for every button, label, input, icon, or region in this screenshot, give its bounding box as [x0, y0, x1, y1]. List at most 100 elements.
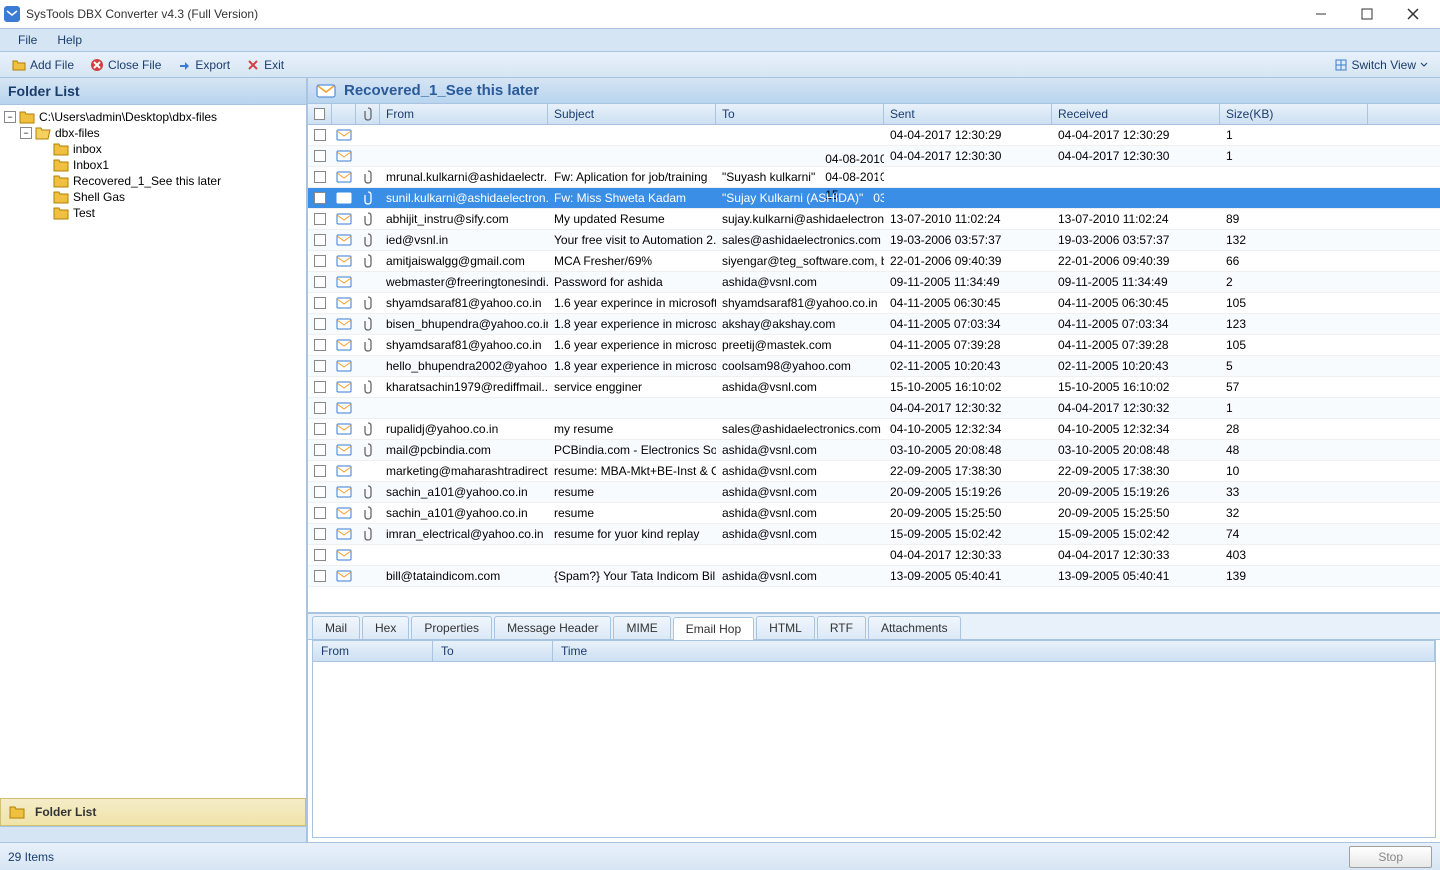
- row-checkbox[interactable]: [314, 192, 326, 204]
- table-row[interactable]: imran_electrical@yahoo.co.inresume for y…: [308, 524, 1440, 545]
- tree-toggle-icon[interactable]: −: [20, 127, 32, 139]
- minimize-button[interactable]: [1298, 0, 1344, 28]
- tree-node-dbx[interactable]: − dbx-files: [2, 125, 304, 141]
- table-row[interactable]: ied@vsnl.inYour free visit to Automation…: [308, 230, 1440, 251]
- tree-toggle-icon[interactable]: −: [4, 111, 16, 123]
- row-checkbox[interactable]: [314, 171, 326, 183]
- row-checkbox[interactable]: [314, 297, 326, 309]
- stop-button[interactable]: Stop: [1349, 846, 1432, 868]
- row-checkbox[interactable]: [314, 549, 326, 561]
- preview-col-from[interactable]: From: [313, 641, 433, 661]
- column-sent[interactable]: Sent: [884, 104, 1052, 124]
- row-checkbox[interactable]: [314, 507, 326, 519]
- column-from[interactable]: From: [380, 104, 548, 124]
- tree-root[interactable]: − C:\Users\admin\Desktop\dbx-files: [2, 109, 304, 125]
- table-row[interactable]: 04-04-2017 12:30:2904-04-2017 12:30:291: [308, 125, 1440, 146]
- sidebar-footer-button[interactable]: Folder List: [0, 798, 306, 826]
- column-to[interactable]: To: [716, 104, 884, 124]
- row-checkbox[interactable]: [314, 423, 326, 435]
- exit-button[interactable]: Exit: [240, 56, 290, 74]
- row-checkbox[interactable]: [314, 465, 326, 477]
- preview-tab[interactable]: Mail: [312, 616, 360, 639]
- menu-file[interactable]: File: [8, 31, 47, 49]
- checkbox-icon[interactable]: [314, 108, 325, 120]
- table-row[interactable]: shyamdsaraf81@yahoo.co.in1.6 year experi…: [308, 293, 1440, 314]
- table-row[interactable]: bill@tataindicom.com{Spam?} Your Tata In…: [308, 566, 1440, 587]
- table-row[interactable]: sunil.kulkarni@ashidaelectron...Fw: Miss…: [308, 188, 1440, 209]
- switch-view-button[interactable]: Switch View: [1328, 56, 1434, 74]
- menu-help[interactable]: Help: [47, 31, 92, 49]
- table-row[interactable]: marketing@maharashtradirect...resume: MB…: [308, 461, 1440, 482]
- row-checkbox[interactable]: [314, 528, 326, 540]
- row-checkbox[interactable]: [314, 381, 326, 393]
- row-checkbox[interactable]: [314, 486, 326, 498]
- mail-icon: [336, 192, 352, 204]
- row-checkbox[interactable]: [314, 402, 326, 414]
- table-row[interactable]: hello_bhupendra2002@yahoo....1.8 year ex…: [308, 356, 1440, 377]
- row-checkbox[interactable]: [314, 255, 326, 267]
- row-checkbox[interactable]: [314, 234, 326, 246]
- preview-tab[interactable]: Email Hop: [673, 617, 754, 640]
- table-row[interactable]: mail@pcbindia.comPCBindia.com - Electron…: [308, 440, 1440, 461]
- tree-node-child[interactable]: Recovered_1_See this later: [2, 173, 304, 189]
- cell-received: 03-08-2010 12:53:57: [867, 189, 884, 207]
- preview-tab[interactable]: Hex: [362, 616, 409, 639]
- table-row[interactable]: webmaster@freeringtonesindi...Password f…: [308, 272, 1440, 293]
- mail-icon: [336, 570, 352, 582]
- table-row[interactable]: abhijit_instru@sify.comMy updated Resume…: [308, 209, 1440, 230]
- preview-tab[interactable]: Attachments: [868, 616, 961, 639]
- export-button[interactable]: Export: [171, 56, 236, 74]
- tree-node-child[interactable]: Inbox1: [2, 157, 304, 173]
- table-row[interactable]: rupalidj@yahoo.co.inmy resumesales@ashid…: [308, 419, 1440, 440]
- table-row[interactable]: 04-04-2017 12:30:3304-04-2017 12:30:3340…: [308, 545, 1440, 566]
- column-subject[interactable]: Subject: [548, 104, 716, 124]
- preview-col-to[interactable]: To: [433, 641, 553, 661]
- row-checkbox[interactable]: [314, 276, 326, 288]
- tree-node-child[interactable]: inbox: [2, 141, 304, 157]
- row-checkbox[interactable]: [314, 150, 326, 162]
- preview-tab[interactable]: Properties: [411, 616, 492, 639]
- row-checkbox[interactable]: [314, 129, 326, 141]
- column-checkbox[interactable]: [308, 104, 332, 124]
- column-attachment[interactable]: [356, 104, 380, 124]
- preview-col-time[interactable]: Time: [553, 641, 1435, 661]
- cell-from: [380, 154, 548, 158]
- preview-tab[interactable]: RTF: [817, 616, 866, 639]
- row-checkbox[interactable]: [314, 213, 326, 225]
- cell-sent: 13-07-2010 11:02:24: [884, 210, 1052, 228]
- table-row[interactable]: shyamdsaraf81@yahoo.co.in1.6 year experi…: [308, 335, 1440, 356]
- table-row[interactable]: kharatsachin1979@rediffmail....service e…: [308, 377, 1440, 398]
- sidebar-bottom-strip: [0, 826, 306, 842]
- table-row[interactable]: amitjaiswalgg@gmail.comMCA Fresher/69%si…: [308, 251, 1440, 272]
- close-button[interactable]: [1390, 0, 1436, 28]
- cell-from: mail@pcbindia.com: [380, 441, 548, 459]
- tree-node-child[interactable]: Test: [2, 205, 304, 221]
- row-checkbox[interactable]: [314, 570, 326, 582]
- cell-subject: resume for yuor kind replay: [548, 525, 716, 543]
- tree-node-child[interactable]: Shell Gas: [2, 189, 304, 205]
- row-checkbox[interactable]: [314, 360, 326, 372]
- cell-from: sunil.kulkarni@ashidaelectron...: [380, 189, 548, 207]
- paperclip-icon: [363, 233, 373, 247]
- mail-icon: [336, 360, 352, 372]
- table-row[interactable]: sachin_a101@yahoo.co.inresumeashida@vsnl…: [308, 482, 1440, 503]
- sidebar-footer-label: Folder List: [35, 805, 96, 819]
- cell-to: ashida@vsnl.com: [716, 441, 884, 459]
- column-size[interactable]: Size(KB): [1220, 104, 1368, 124]
- table-row[interactable]: bisen_bhupendra@yahoo.co.in1.8 year expe…: [308, 314, 1440, 335]
- cell-sent: 22-01-2006 09:40:39: [884, 252, 1052, 270]
- preview-tab[interactable]: HTML: [756, 616, 815, 639]
- email-grid[interactable]: From Subject To Sent Received Size(KB) 0…: [308, 104, 1440, 612]
- table-row[interactable]: sachin_a101@yahoo.co.inresumeashida@vsnl…: [308, 503, 1440, 524]
- table-row[interactable]: 04-04-2017 12:30:3204-04-2017 12:30:321: [308, 398, 1440, 419]
- maximize-button[interactable]: [1344, 0, 1390, 28]
- add-file-button[interactable]: Add File: [6, 56, 80, 74]
- column-received[interactable]: Received: [1052, 104, 1220, 124]
- row-checkbox[interactable]: [314, 444, 326, 456]
- row-checkbox[interactable]: [314, 339, 326, 351]
- preview-tab[interactable]: Message Header: [494, 616, 611, 639]
- row-checkbox[interactable]: [314, 318, 326, 330]
- preview-tab[interactable]: MIME: [613, 616, 670, 639]
- cell-from: abhijit_instru@sify.com: [380, 210, 548, 228]
- close-file-button[interactable]: Close File: [84, 56, 167, 74]
